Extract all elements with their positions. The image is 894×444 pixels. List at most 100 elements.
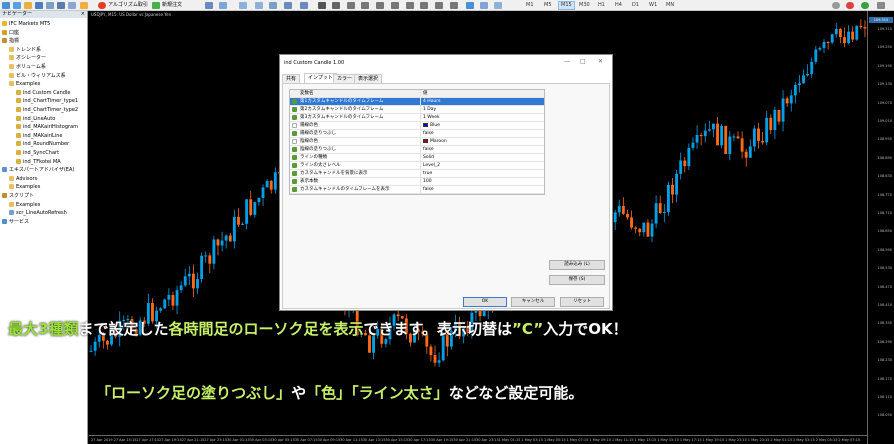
table-row[interactable]: 陰線の塗りつぶし false <box>290 146 544 154</box>
navigator-item[interactable]: ボリューム系 <box>9 63 46 71</box>
tf-h4[interactable]: H4 <box>613 1 624 10</box>
tf-m1[interactable]: M1 <box>524 1 536 10</box>
table-row[interactable]: 第2カスタムキャンドルのタイムフレーム 1 Day <box>290 106 544 114</box>
horizontal-line-icon[interactable] <box>361 2 369 9</box>
algo-trading-icon[interactable] <box>98 2 106 9</box>
profiles-icon[interactable] <box>13 2 21 9</box>
table-row[interactable]: 第3カスタムキャンドルのタイムフレーム 1 Week <box>290 114 544 122</box>
time-axis[interactable]: 27 Apr 2019 27 Apr 15:15 27 Apr 17:15 27 Ap… <box>89 435 867 444</box>
tab-visualization[interactable]: 表示選択 <box>354 74 383 83</box>
indicators-list-icon[interactable] <box>466 2 474 9</box>
table-row[interactable]: カスタムキャンドルを背景に表示 true <box>290 170 544 178</box>
terminal-icon[interactable] <box>57 2 65 9</box>
navigator-item[interactable]: サービス <box>2 218 29 226</box>
maximize-icon[interactable]: □ <box>580 58 586 65</box>
param-value[interactable]: Level_2 <box>420 162 540 169</box>
navigator-item[interactable]: ind_ChartTimer_type1 <box>16 97 78 105</box>
navigator-item[interactable]: IFC Markets MT5 <box>2 20 50 28</box>
tf-mn[interactable]: MN <box>664 1 676 10</box>
line-chart-icon[interactable] <box>219 2 227 9</box>
navigator-item[interactable]: 指標 <box>2 37 19 45</box>
zoom-out-icon[interactable] <box>255 2 263 9</box>
param-value[interactable]: Maroon <box>420 138 540 145</box>
table-row[interactable]: 陰線の色 Maroon <box>290 138 544 146</box>
cancel-button[interactable]: キャンセル <box>511 297 555 307</box>
table-row[interactable]: 第1カスタムキャンドルのタイムフレーム 4 Hours <box>290 98 544 106</box>
param-value[interactable]: Solid <box>420 154 540 161</box>
channel-icon[interactable] <box>391 2 399 9</box>
zoom-in-icon[interactable] <box>239 2 247 9</box>
navigator-item[interactable]: 口座 <box>2 29 19 37</box>
table-row[interactable]: 陽線の塗りつぶし false <box>290 130 544 138</box>
navigator-item[interactable]: ind_TFkotei MA <box>16 158 61 166</box>
tf-m5[interactable]: M5 <box>542 1 554 10</box>
shapes-icon[interactable] <box>450 2 458 9</box>
navigator-icon[interactable] <box>35 2 43 9</box>
reset-button[interactable]: リセット <box>560 297 604 307</box>
param-value[interactable]: false <box>420 186 540 193</box>
fibonacci-icon[interactable] <box>406 2 414 9</box>
param-value[interactable]: Blue <box>420 122 540 129</box>
navigator-item[interactable]: Advisors <box>9 175 37 183</box>
table-row[interactable]: 表示本数 100 <box>290 178 544 186</box>
table-row[interactable]: 陽線の色 Blue <box>290 122 544 130</box>
autoscroll-icon[interactable] <box>284 2 292 9</box>
table-row[interactable]: ラインの太さレベル Level_2 <box>290 162 544 170</box>
navigator-item[interactable]: ind_MAKairiLine <box>16 132 62 140</box>
depth-of-market-icon[interactable] <box>205 2 213 9</box>
param-value[interactable]: 1 Day <box>420 106 540 113</box>
navigator-item[interactable]: ind_RoundNumber <box>16 140 69 148</box>
navigator-item[interactable]: ind_MAKairiHistogram <box>16 123 78 131</box>
new-order-button[interactable]: 新規注文 <box>162 1 182 10</box>
tf-m30[interactable]: M30 <box>577 1 592 10</box>
arrow-icon[interactable] <box>435 2 443 9</box>
minimize-icon[interactable]: — <box>564 58 570 65</box>
text-icon[interactable] <box>420 2 428 9</box>
grid-icon[interactable] <box>269 2 277 9</box>
trendline-icon[interactable] <box>376 2 384 9</box>
param-value[interactable]: false <box>420 130 540 137</box>
tf-m15[interactable]: M15 <box>558 1 575 10</box>
templates-icon[interactable] <box>480 2 488 9</box>
navigator-item[interactable]: Examples <box>9 183 40 191</box>
search-icon[interactable] <box>832 2 840 9</box>
navigator-item[interactable]: ind_LineAuto <box>16 115 55 123</box>
navigator-item[interactable]: scr_LineAutoRefresh <box>9 209 67 217</box>
signals-icon[interactable] <box>861 2 869 9</box>
navigator-item[interactable]: ind Custom Candle <box>16 89 70 97</box>
navigator-item[interactable]: エキスパートアドバイザ(EA) <box>2 166 74 174</box>
navigator-item[interactable]: トレンド系 <box>9 46 41 54</box>
tab-colors[interactable]: カラー <box>333 74 357 83</box>
save-button[interactable]: 保存 (S) <box>549 275 605 285</box>
navigator-item[interactable]: オシレーター <box>9 54 46 62</box>
navigator-item[interactable]: ビル・ウィリアムス系 <box>9 72 66 80</box>
strategy-tester-icon[interactable] <box>68 2 76 9</box>
tab-common[interactable]: 共有 <box>282 74 301 83</box>
load-button[interactable]: 読み込み (L) <box>549 260 605 270</box>
community-icon[interactable] <box>877 2 885 9</box>
navigator-item[interactable]: Examples <box>9 80 40 88</box>
price-axis[interactable]: 109.315 109.250 109.190 109.130 109.070 109.0… <box>867 11 894 444</box>
new-chart-icon[interactable] <box>2 2 10 9</box>
navigator-item[interactable]: Examples <box>9 201 40 209</box>
param-value[interactable]: 100 <box>420 178 540 185</box>
chart-shift-icon[interactable] <box>300 2 308 9</box>
vertical-line-icon[interactable] <box>347 2 355 9</box>
navigator-item[interactable]: ind_SyncChart <box>16 149 59 157</box>
data-window-icon[interactable] <box>46 2 54 9</box>
algo-trading-button[interactable]: アルゴリズム取引 <box>108 1 148 10</box>
market-watch-icon[interactable] <box>24 2 32 9</box>
notification-icon[interactable] <box>846 2 854 9</box>
new-order-icon[interactable] <box>152 2 160 9</box>
navigator-item[interactable]: スクリプト <box>2 192 34 200</box>
cursor-icon[interactable] <box>318 2 326 9</box>
tf-d1[interactable]: D1 <box>630 1 641 10</box>
param-value[interactable]: false <box>420 146 540 153</box>
ok-button[interactable]: OK <box>463 297 507 307</box>
tab-inputs[interactable]: インプット <box>304 73 337 83</box>
param-value[interactable]: true <box>420 170 540 177</box>
tf-w1[interactable]: W1 <box>647 1 659 10</box>
close-icon[interactable]: × <box>81 11 85 18</box>
param-value[interactable]: 1 Week <box>420 114 540 121</box>
close-icon[interactable]: ✕ <box>598 58 603 65</box>
